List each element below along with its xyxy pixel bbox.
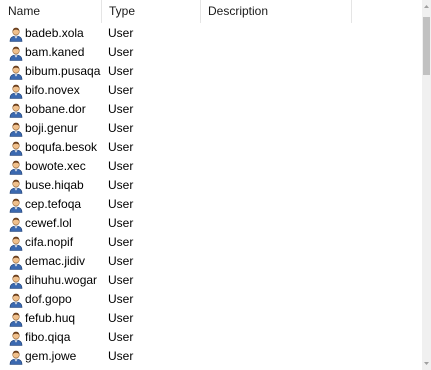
user-type: User	[108, 26, 134, 40]
column-header-description[interactable]: Description	[200, 0, 351, 23]
user-list-view[interactable]: Name Type Description badeb.xola User ba…	[0, 0, 431, 370]
user-name: cewef.lol	[25, 216, 72, 230]
user-name: boqufa.besok	[25, 140, 98, 154]
user-type: User	[108, 45, 134, 59]
user-name: boji.genur	[25, 121, 78, 135]
user-icon	[9, 103, 23, 118]
user-name: badeb.xola	[25, 26, 84, 40]
user-icon	[9, 122, 23, 137]
user-type: User	[108, 178, 134, 192]
list-item[interactable]: badeb.xola User	[0, 24, 422, 43]
list-item[interactable]: bam.kaned User	[0, 43, 422, 62]
user-icon	[9, 236, 23, 251]
list-item[interactable]: bifo.novex User	[0, 81, 422, 100]
list-item[interactable]: cep.tefoqa User	[0, 195, 422, 214]
user-icon	[9, 179, 23, 194]
column-header-row: Name Type Description	[0, 0, 422, 23]
user-type: User	[108, 102, 134, 116]
list-item[interactable]: dihuhu.wogar User	[0, 271, 422, 290]
user-name: cifa.nopif	[25, 235, 74, 249]
list-item[interactable]: cewef.lol User	[0, 214, 422, 233]
list-item[interactable]: demac.jidiv User	[0, 252, 422, 271]
list-item[interactable]: bobane.dor User	[0, 100, 422, 119]
user-type: User	[108, 273, 134, 287]
user-icon	[9, 331, 23, 346]
user-type: User	[108, 349, 134, 363]
user-type: User	[108, 140, 134, 154]
user-icon	[9, 350, 23, 365]
user-icon	[9, 255, 23, 270]
user-icon	[9, 312, 23, 327]
column-header-name[interactable]: Name	[0, 0, 101, 23]
user-type: User	[108, 292, 134, 306]
user-icon	[9, 217, 23, 232]
column-divider[interactable]	[351, 0, 352, 23]
list-item[interactable]: boji.genur User	[0, 119, 422, 138]
list-item[interactable]: dof.gopo User	[0, 290, 422, 309]
user-icon	[9, 160, 23, 175]
user-name: demac.jidiv	[25, 254, 86, 268]
user-name: fefub.huq	[25, 311, 76, 325]
list-item[interactable]: fibo.qiqa User	[0, 328, 422, 347]
user-name: bobane.dor	[25, 102, 86, 116]
user-type: User	[108, 254, 134, 268]
list-item[interactable]: gem.jowe User	[0, 347, 422, 366]
list-item[interactable]: boqufa.besok User	[0, 138, 422, 157]
column-header-type[interactable]: Type	[101, 0, 200, 23]
user-type: User	[108, 64, 134, 78]
user-icon	[9, 293, 23, 308]
user-name: bifo.novex	[25, 83, 80, 97]
scroll-up-arrow-icon[interactable]	[422, 2, 431, 11]
scroll-down-arrow-icon[interactable]	[422, 359, 431, 368]
user-name: dof.gopo	[25, 292, 72, 306]
user-type: User	[108, 235, 134, 249]
list-item[interactable]: fefub.huq User	[0, 309, 422, 328]
user-icon	[9, 274, 23, 289]
user-name: gem.jowe	[25, 349, 77, 363]
user-type: User	[108, 159, 134, 173]
user-type: User	[108, 311, 134, 325]
user-name: bibum.pusaqa	[25, 64, 101, 78]
user-name: cep.tefoqa	[25, 197, 82, 211]
user-type: User	[108, 121, 134, 135]
scrollbar-thumb[interactable]	[423, 17, 430, 75]
user-type: User	[108, 197, 134, 211]
user-name: bam.kaned	[25, 45, 85, 59]
user-type: User	[108, 330, 134, 344]
user-icon	[9, 84, 23, 99]
user-name: fibo.qiqa	[25, 330, 71, 344]
list-item[interactable]: bowote.xec User	[0, 157, 422, 176]
user-icon	[9, 65, 23, 80]
user-type: User	[108, 83, 134, 97]
user-icon	[9, 46, 23, 61]
list-item[interactable]: buse.hiqab User	[0, 176, 422, 195]
list-item[interactable]: cifa.nopif User	[0, 233, 422, 252]
user-name: buse.hiqab	[25, 178, 84, 192]
user-name: dihuhu.wogar	[25, 273, 98, 287]
user-type: User	[108, 216, 134, 230]
vertical-scrollbar[interactable]	[422, 0, 431, 370]
user-icon	[9, 27, 23, 42]
user-name: bowote.xec	[25, 159, 86, 173]
user-rows: badeb.xola User bam.kaned User bibum.pus…	[0, 24, 422, 366]
list-item[interactable]: bibum.pusaqa User	[0, 62, 422, 81]
user-icon	[9, 141, 23, 156]
user-icon	[9, 198, 23, 213]
